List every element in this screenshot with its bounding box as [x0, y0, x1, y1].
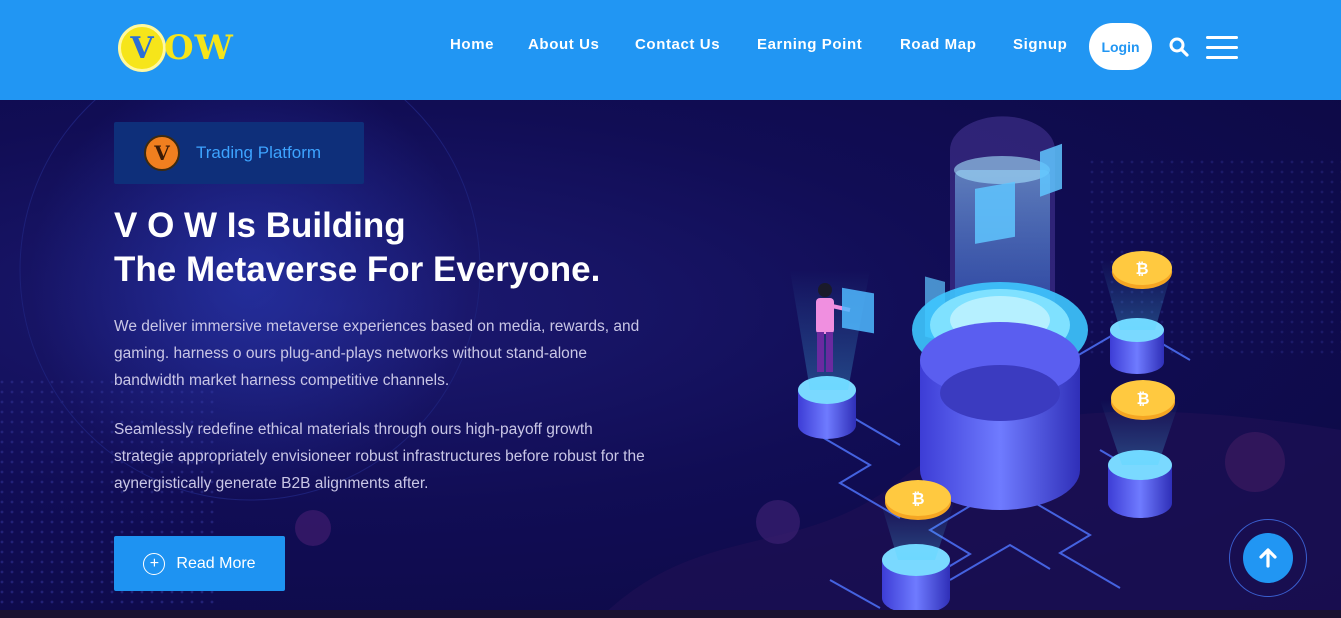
hero-paragraph-1: We deliver immersive metaverse experienc… [114, 318, 640, 389]
nav-home[interactable]: Home [450, 36, 494, 53]
search-icon[interactable] [1169, 37, 1189, 57]
headline-line-2: The Metaverse For Everyone. [114, 250, 601, 289]
nav-contact-us[interactable]: Contact Us [635, 36, 720, 53]
tag-label: Trading Platform [196, 143, 322, 162]
hero-headline: V O W Is Building The Metaverse For Ever… [114, 204, 600, 292]
logo-text: OW [164, 28, 234, 68]
hero-paragraph-2: Seamlessly redefine ethical materials th… [114, 421, 645, 492]
arrow-up-icon [1243, 533, 1293, 583]
plus-circle-icon: + [143, 552, 166, 575]
logo[interactable]: V OW [118, 22, 234, 74]
svg-text:₿: ₿ [1136, 390, 1149, 408]
nav-about-us[interactable]: About Us [528, 36, 599, 53]
nav-road-map[interactable]: Road Map [900, 36, 976, 53]
bottom-strip [0, 610, 1341, 618]
login-button[interactable]: Login [1089, 23, 1152, 70]
logo-badge: V [118, 24, 166, 72]
headline-line-1: V O W Is Building [114, 206, 406, 245]
hero-section: V Trading Platform V O W Is Building The… [0, 100, 1341, 618]
vow-coin-icon: V [144, 135, 180, 171]
read-more-button[interactable]: + Read More [114, 536, 285, 591]
menu-icon[interactable] [1206, 36, 1238, 60]
nav-signup[interactable]: Signup [1013, 36, 1067, 53]
nav-earning-point[interactable]: Earning Point [757, 36, 862, 53]
site-header: V OW Home About Us Contact Us Earning Po… [0, 0, 1341, 100]
read-more-label: Read More [176, 554, 256, 572]
trading-platform-tag: V Trading Platform [114, 122, 364, 184]
metaverse-illustration: ₿ ₿ ₿ [790, 116, 1191, 614]
svg-text:₿: ₿ [911, 490, 924, 508]
scroll-to-top-button[interactable] [1229, 519, 1307, 597]
svg-text:₿: ₿ [1135, 260, 1148, 278]
